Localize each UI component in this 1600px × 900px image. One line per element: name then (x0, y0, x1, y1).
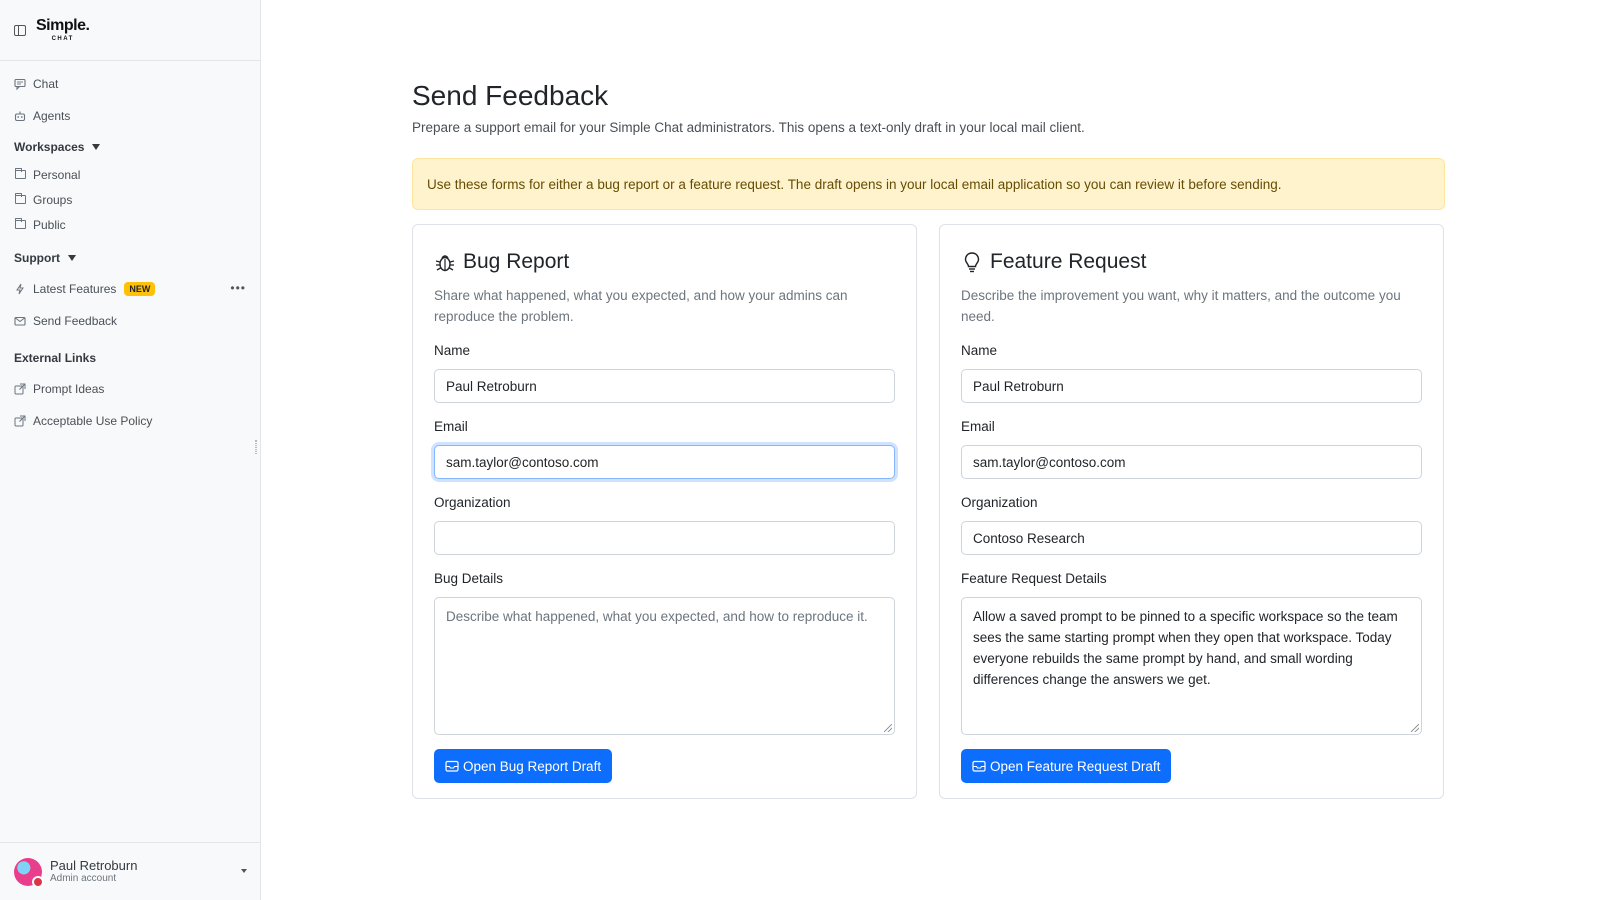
workspaces-section-toggle[interactable]: Workspaces (0, 132, 260, 162)
sidebar-item-label: Acceptable Use Policy (33, 414, 153, 428)
external-link-icon (14, 415, 26, 427)
external-links-heading: External Links (14, 351, 97, 365)
user-name: Paul Retroburn (50, 858, 138, 874)
sidebar-toggle-icon[interactable] (14, 24, 26, 36)
email-label: Email (961, 419, 995, 434)
caret-down-icon (68, 255, 76, 261)
envelope-icon (972, 759, 986, 773)
textarea-value: Allow a saved prompt to be pinned to a s… (973, 609, 1398, 687)
email-input[interactable]: sam.taylor@contoso.com (434, 445, 895, 479)
bug-report-title: Bug Report (434, 247, 895, 277)
button-label: Open Bug Report Draft (463, 758, 602, 774)
bug-icon (434, 251, 456, 273)
external-link-icon (14, 383, 26, 395)
folder-icon (14, 218, 26, 231)
logo-subtext: CHAT (51, 36, 74, 42)
organization-input[interactable] (434, 521, 895, 555)
card-title-text: Feature Request (990, 250, 1147, 273)
email-input[interactable]: sam.taylor@contoso.com (961, 445, 1422, 479)
page-subtitle: Prepare a support email for your Simple … (412, 120, 1085, 135)
caret-down-icon (241, 869, 247, 873)
organization-input[interactable]: Contoso Research (961, 521, 1422, 555)
page-title: Send Feedback (412, 80, 609, 111)
folder-icon (14, 168, 26, 181)
info-alert: Use these forms for either a bug report … (412, 158, 1445, 210)
sidebar-item-groups[interactable]: Groups (0, 187, 260, 212)
sidebar-item-label: Prompt Ideas (33, 382, 105, 396)
envelope-icon (445, 759, 459, 773)
organization-label: Organization (961, 495, 1038, 510)
lightning-icon (14, 283, 26, 295)
sidebar-item-label: Chat (33, 77, 59, 91)
logo-text: Simple. (36, 17, 90, 34)
user-role: Admin account (50, 872, 117, 884)
card-description: Describe the improvement you want, why i… (961, 288, 1401, 324)
sidebar-item-send-feedback[interactable]: Send Feedback (0, 305, 260, 337)
sidebar-item-agents[interactable]: Agents (0, 100, 260, 132)
new-badge: NEW (124, 282, 156, 296)
sidebar-item-label: Personal (33, 167, 81, 182)
sidebar-header: Simple. CHAT (0, 0, 260, 61)
sidebar-item-chat[interactable]: Chat (0, 68, 260, 100)
chat-icon (14, 78, 26, 90)
card-description: Share what happened, what you expected, … (434, 288, 848, 324)
email-label: Email (434, 419, 468, 434)
user-menu[interactable]: Paul Retroburn Admin account (0, 842, 261, 900)
avatar (14, 857, 44, 888)
resize-grip-icon[interactable] (884, 724, 892, 732)
support-heading: Support (14, 251, 60, 265)
sidebar-item-public[interactable]: Public (0, 212, 260, 237)
sidebar-item-prompt-ideas[interactable]: Prompt Ideas (0, 373, 260, 405)
app-logo[interactable]: Simple. CHAT (36, 17, 90, 43)
status-dot (32, 875, 44, 888)
workspaces-heading: Workspaces (14, 140, 85, 154)
bug-details-label: Bug Details (434, 571, 504, 586)
name-label: Name (434, 343, 471, 358)
sidebar-item-acceptable-use[interactable]: Acceptable Use Policy (0, 405, 260, 437)
organization-label: Organization (434, 495, 511, 510)
bug-report-card: Bug Report Share what happened, what you… (412, 224, 917, 799)
robot-icon (14, 110, 26, 122)
sidebar-nav: Chat Agents Workspaces Personal Groups P… (0, 61, 260, 437)
feature-details-label: Feature Request Details (961, 571, 1107, 586)
button-label: Open Feature Request Draft (990, 758, 1161, 774)
feature-details-textarea[interactable]: Allow a saved prompt to be pinned to a s… (961, 597, 1422, 735)
card-title-text: Bug Report (463, 250, 570, 273)
sidebar-item-label: Public (33, 217, 66, 232)
sidebar-resize-handle[interactable] (255, 440, 257, 454)
more-options-icon[interactable]: ••• (230, 281, 246, 295)
resize-grip-icon[interactable] (1411, 724, 1419, 732)
folder-icon (14, 193, 26, 206)
sidebar-item-label: Latest Features (33, 282, 117, 296)
alert-text: Use these forms for either a bug report … (427, 176, 1282, 192)
envelope-icon (14, 315, 26, 327)
user-info: Paul Retroburn Admin account (50, 859, 137, 884)
name-label: Name (961, 343, 998, 358)
caret-down-icon (92, 144, 101, 150)
bug-details-textarea[interactable]: Describe what happened, what you expecte… (434, 597, 895, 735)
sidebar-item-latest-features[interactable]: Latest Features NEW ••• (0, 273, 260, 305)
sidebar-item-label: Agents (33, 109, 71, 123)
name-input[interactable]: Paul Retroburn (961, 369, 1422, 403)
sidebar: Simple. CHAT Chat Agents Workspaces Pers… (0, 0, 261, 900)
lightbulb-icon (961, 251, 983, 273)
sidebar-item-label: Send Feedback (33, 314, 118, 328)
sidebar-item-personal[interactable]: Personal (0, 162, 260, 187)
open-bug-report-draft-button[interactable]: Open Bug Report Draft (434, 749, 613, 783)
textarea-placeholder: Describe what happened, what you expecte… (446, 609, 868, 624)
name-input[interactable]: Paul Retroburn (434, 369, 895, 403)
open-feature-request-draft-button[interactable]: Open Feature Request Draft (961, 749, 1172, 783)
feature-request-card: Feature Request Describe the improvement… (939, 224, 1444, 799)
support-section-toggle[interactable]: Support (0, 243, 260, 273)
sidebar-item-label: Groups (33, 192, 73, 207)
feature-request-title: Feature Request (961, 247, 1422, 277)
